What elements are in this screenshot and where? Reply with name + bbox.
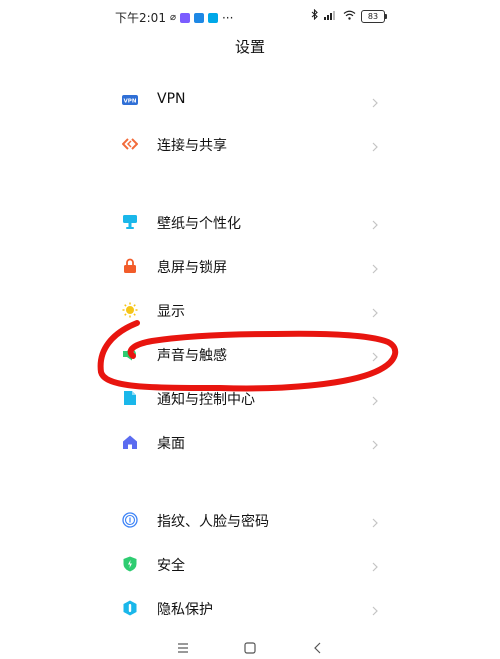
home-square-icon[interactable] (243, 640, 257, 654)
fingerprint-icon (122, 512, 138, 528)
app-notification-icon (179, 12, 190, 23)
app-notification-icon (207, 12, 218, 23)
settings-item-label: 息屏与锁屏 (157, 260, 227, 276)
settings-item-label: 显示 (157, 304, 185, 320)
status-right: 83 (311, 8, 387, 23)
chevron-right-icon (369, 436, 381, 450)
settings-item-vpn[interactable]: VPN VPN (103, 82, 397, 118)
page-title: 设置 (234, 38, 265, 56)
settings-item-lock-screen[interactable]: 息屏与锁屏 (103, 248, 397, 284)
wifi-icon (343, 9, 356, 23)
battery-indicator: 83 (361, 9, 387, 23)
settings-item-label: 连接与共享 (157, 138, 227, 154)
chevron-right-icon (369, 216, 381, 230)
more-notifications: ··· (221, 10, 234, 25)
status-time: 下午2:01 (115, 11, 166, 25)
no-disturb-icon: ⌀ (169, 12, 176, 23)
settings-item-label: VPN (157, 91, 186, 107)
sound-icon (122, 346, 138, 362)
settings-item-display[interactable]: 显示 (103, 292, 397, 328)
chevron-right-icon (369, 558, 381, 572)
chevron-right-icon (369, 304, 381, 318)
chevron-right-icon (369, 94, 381, 108)
chevron-right-icon (369, 138, 381, 152)
app-notification-icon (193, 12, 204, 23)
settings-item-privacy[interactable]: 隐私保护 (103, 590, 397, 626)
display-brightness-icon (122, 302, 138, 318)
settings-item-sound[interactable]: 声音与触感 (103, 336, 397, 372)
settings-item-connection-sharing[interactable]: 连接与共享 (103, 126, 397, 162)
status-left: 下午2:01 ⌀ ··· (115, 9, 233, 26)
settings-screen: 下午2:01 ⌀ ··· 83 设置 VPN VPN 连接与共享 壁纸与个性化 … (103, 0, 397, 657)
bluetooth-icon (311, 8, 319, 23)
connection-sharing-icon (121, 136, 139, 152)
menu-icon[interactable] (176, 640, 190, 654)
settings-item-home-screen[interactable]: 桌面 (103, 424, 397, 460)
back-icon[interactable] (311, 640, 325, 654)
home-icon (122, 434, 138, 450)
settings-item-label: 桌面 (157, 436, 185, 452)
settings-item-label: 指纹、人脸与密码 (157, 514, 269, 530)
settings-item-label: 安全 (157, 558, 185, 574)
signal-icon (324, 9, 338, 23)
chevron-right-icon (369, 348, 381, 362)
settings-item-label: 壁纸与个性化 (157, 216, 241, 232)
settings-item-security[interactable]: 安全 (103, 546, 397, 582)
lock-screen-icon (122, 258, 138, 274)
security-shield-icon (122, 556, 138, 572)
status-bar: 下午2:01 ⌀ ··· 83 (103, 6, 397, 26)
chevron-right-icon (369, 392, 381, 406)
notification-icon (122, 390, 138, 406)
navigation-bar (103, 636, 397, 658)
wallpaper-icon (122, 214, 138, 230)
settings-item-notifications[interactable]: 通知与控制中心 (103, 380, 397, 416)
chevron-right-icon (369, 602, 381, 616)
svg-text:VPN: VPN (124, 99, 137, 105)
vpn-icon: VPN (122, 92, 138, 108)
settings-item-label: 通知与控制中心 (157, 392, 255, 408)
settings-item-label: 隐私保护 (157, 602, 213, 618)
privacy-icon (122, 600, 138, 616)
settings-item-wallpaper[interactable]: 壁纸与个性化 (103, 204, 397, 240)
settings-item-fingerprint-face-password[interactable]: 指纹、人脸与密码 (103, 502, 397, 538)
chevron-right-icon (369, 260, 381, 274)
settings-item-label: 声音与触感 (157, 348, 227, 364)
chevron-right-icon (369, 514, 381, 528)
